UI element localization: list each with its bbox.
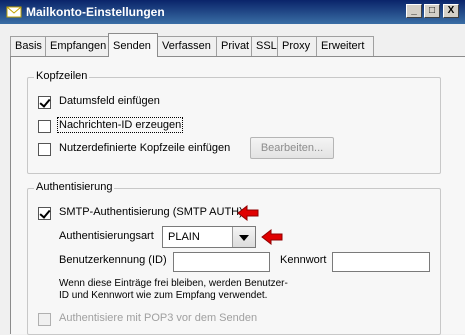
nachrichten-id-label[interactable]: Nachrichten-ID erzeugen xyxy=(56,117,184,133)
tab-erweitert[interactable]: Erweitert xyxy=(316,36,374,57)
annotation-arrow-icon xyxy=(237,205,259,221)
mail-icon xyxy=(6,6,22,18)
auth-note-line2: ID und Kennwort wie zum Empfang verwende… xyxy=(59,290,268,301)
senden-panel: Kopfzeilen Datumsfeld einfügen Nachricht… xyxy=(10,56,465,335)
user-id-label: Benutzerkennung (ID) xyxy=(59,254,167,266)
auth-art-select[interactable]: PLAIN xyxy=(162,226,256,248)
pop3-auth-label[interactable]: Authentisiere mit POP3 vor dem Senden xyxy=(59,312,257,324)
nachrichten-id-checkbox[interactable] xyxy=(38,120,51,133)
annotation-arrow-icon xyxy=(261,229,283,245)
window-title: Mailkonto-Einstellungen xyxy=(26,5,165,19)
smtp-auth-label[interactable]: SMTP-Authentisierung (SMTP AUTH) xyxy=(59,206,243,218)
tab-empfangen[interactable]: Empfangen xyxy=(45,36,109,57)
password-label: Kennwort xyxy=(280,254,327,266)
tab-privat[interactable]: Privat xyxy=(216,36,252,57)
datumsfeld-label[interactable]: Datumsfeld einfügen xyxy=(59,95,160,107)
user-id-input[interactable] xyxy=(173,252,270,272)
smtp-auth-checkbox[interactable] xyxy=(38,207,51,220)
datumsfeld-checkbox[interactable] xyxy=(38,96,51,109)
minimize-button[interactable]: _ xyxy=(406,4,422,18)
pop3-auth-checkbox[interactable] xyxy=(38,313,51,326)
auth-art-label: Authentisierungsart xyxy=(59,230,154,242)
nutzerdefiniert-label[interactable]: Nutzerdefinierte Kopfzeile einfügen xyxy=(59,142,230,154)
kopfzeilen-legend: Kopfzeilen xyxy=(34,70,90,82)
bearbeiten-button[interactable]: Bearbeiten... xyxy=(250,137,334,159)
kopfzeilen-group: Kopfzeilen Datumsfeld einfügen Nachricht… xyxy=(27,70,441,174)
password-input[interactable] xyxy=(332,252,430,272)
close-button[interactable]: X xyxy=(443,4,459,18)
tab-proxy[interactable]: Proxy xyxy=(277,36,317,57)
tab-basis[interactable]: Basis xyxy=(10,36,46,57)
tab-ssl[interactable]: SSL xyxy=(251,36,278,57)
auth-group: Authentisierung SMTP-Authentisierung (SM… xyxy=(27,181,441,335)
auth-legend: Authentisierung xyxy=(34,181,115,193)
tab-senden[interactable]: Senden xyxy=(108,33,158,57)
auth-art-value: PLAIN xyxy=(168,231,200,243)
nutzerdefiniert-checkbox[interactable] xyxy=(38,143,51,156)
title-bar: Mailkonto-Einstellungen _ □ X xyxy=(0,0,465,24)
auth-note-line1: Wenn diese Einträge frei bleiben, werden… xyxy=(59,278,288,289)
chevron-down-icon[interactable] xyxy=(232,227,255,247)
maximize-button[interactable]: □ xyxy=(424,4,440,18)
tab-verfassen[interactable]: Verfassen xyxy=(157,36,217,57)
